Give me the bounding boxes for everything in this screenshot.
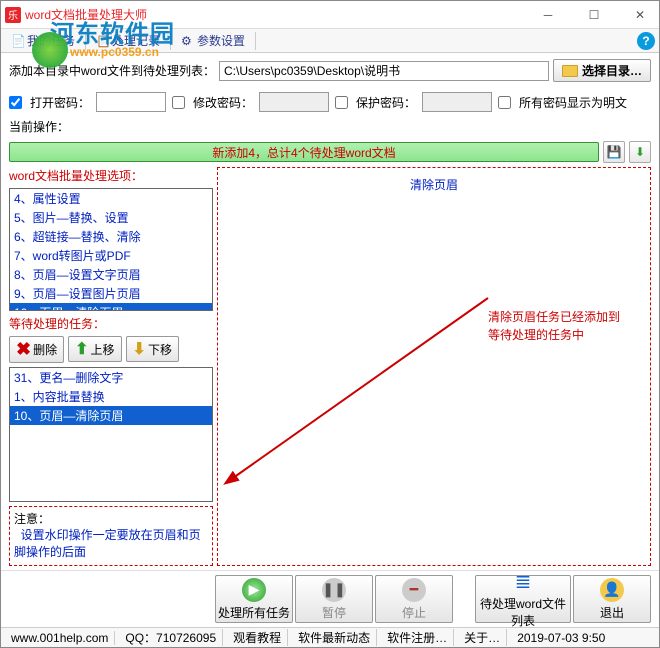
protect-password-input[interactable] bbox=[422, 92, 492, 112]
x-icon: ✖ bbox=[16, 339, 31, 360]
status-tutorial[interactable]: 观看教程 bbox=[227, 629, 288, 646]
stop-icon: ━ bbox=[402, 578, 426, 602]
stop-button[interactable]: ━ 停止 bbox=[375, 575, 453, 623]
annotation-arrow bbox=[218, 168, 658, 568]
download-button[interactable]: ⬇ bbox=[629, 141, 651, 163]
plain-password-checkbox[interactable] bbox=[498, 96, 511, 109]
open-password-input[interactable] bbox=[96, 92, 166, 112]
pending-list-button[interactable]: ≣ 待处理word文件列表 bbox=[475, 575, 571, 623]
menu-process-log[interactable]: 📋 处理记录 bbox=[90, 32, 166, 49]
status-register[interactable]: 软件注册… bbox=[381, 629, 454, 646]
options-listbox[interactable]: 4、属性设置5、图片—替换、设置6、超链接—替换、清除7、word转图片或PDF… bbox=[9, 188, 213, 311]
titlebar: 乐 word文档批量处理大师 ─ ☐ ✕ bbox=[1, 1, 659, 29]
menu-param-settings[interactable]: ⚙ 参数设置 bbox=[175, 32, 251, 49]
option-item[interactable]: 7、word转图片或PDF bbox=[10, 246, 212, 265]
tasks-listbox[interactable]: 31、更名—删除文字1、内容批量替换10、页眉—清除页眉 bbox=[9, 367, 213, 502]
app-icon: 乐 bbox=[5, 7, 21, 23]
minimize-button[interactable]: ─ bbox=[533, 5, 563, 25]
log-icon: 📋 bbox=[96, 34, 110, 48]
menubar: 📄 我的任务 📋 处理记录 ⚙ 参数设置 ? bbox=[1, 29, 659, 53]
current-operation-label: 当前操作： bbox=[1, 116, 659, 141]
path-label: 添加本目录中word文件到待处理列表： bbox=[9, 62, 215, 79]
option-item[interactable]: 8、页眉—设置文字页眉 bbox=[10, 265, 212, 284]
open-password-label: 打开密码： bbox=[30, 94, 90, 111]
window-title: word文档批量处理大师 bbox=[25, 6, 533, 23]
annotation-text: 清除页眉任务已经添加到等待处理的任务中 bbox=[488, 308, 620, 344]
pause-icon: ❚❚ bbox=[322, 578, 346, 602]
exit-icon: 👤 bbox=[600, 578, 624, 602]
modify-password-checkbox[interactable] bbox=[172, 96, 185, 109]
gear-icon: ⚙ bbox=[181, 34, 195, 48]
preview-panel: 清除页眉 清除页眉任务已经添加到等待处理的任务中 bbox=[217, 167, 651, 566]
task-item[interactable]: 31、更名—删除文字 bbox=[10, 368, 212, 387]
status-message: 新添加4，总计4个待处理word文档 bbox=[9, 142, 599, 162]
tasks-group-label: 等待处理的任务： bbox=[9, 315, 213, 332]
option-item[interactable]: 9、页眉—设置图片页眉 bbox=[10, 284, 212, 303]
protect-password-checkbox[interactable] bbox=[335, 96, 348, 109]
modify-password-input[interactable] bbox=[259, 92, 329, 112]
status-line: 新添加4，总计4个待处理word文档 💾 ⬇ bbox=[9, 141, 651, 163]
close-button[interactable]: ✕ bbox=[625, 5, 655, 25]
status-about[interactable]: 关于… bbox=[458, 629, 507, 646]
save-icon: 💾 bbox=[607, 145, 622, 159]
maximize-button[interactable]: ☐ bbox=[579, 5, 609, 25]
path-row: 添加本目录中word文件到待处理列表： 选择目录… bbox=[1, 53, 659, 88]
bottom-toolbar: ▶ 处理所有任务 ❚❚ 暂停 ━ 停止 ≣ 待处理word文件列表 👤 退出 bbox=[1, 570, 659, 627]
path-input[interactable] bbox=[219, 61, 549, 81]
download-icon: ⬇ bbox=[635, 145, 645, 159]
status-site[interactable]: www.001help.com bbox=[5, 631, 115, 645]
browse-folder-button[interactable]: 选择目录… bbox=[553, 59, 651, 82]
modify-password-label: 修改密码： bbox=[193, 94, 253, 111]
protect-password-label: 保护密码： bbox=[356, 94, 416, 111]
menu-my-tasks[interactable]: 📄 我的任务 bbox=[5, 32, 81, 49]
save-button[interactable]: 💾 bbox=[603, 141, 625, 163]
status-news[interactable]: 软件最新动态 bbox=[292, 629, 377, 646]
open-password-checkbox[interactable] bbox=[9, 96, 22, 109]
task-item[interactable]: 1、内容批量替换 bbox=[10, 387, 212, 406]
process-all-button[interactable]: ▶ 处理所有任务 bbox=[215, 575, 293, 623]
exit-button[interactable]: 👤 退出 bbox=[573, 575, 651, 623]
move-up-button[interactable]: ⬆上移 bbox=[68, 336, 121, 362]
move-down-button[interactable]: ⬇下移 bbox=[126, 336, 179, 362]
list-icon: ≣ bbox=[511, 569, 535, 593]
folder-icon bbox=[562, 65, 578, 77]
option-item[interactable]: 6、超链接—替换、清除 bbox=[10, 227, 212, 246]
delete-task-button[interactable]: ✖删除 bbox=[9, 336, 64, 363]
pause-button[interactable]: ❚❚ 暂停 bbox=[295, 575, 373, 623]
statusbar: www.001help.com QQ：710726095 观看教程 软件最新动态… bbox=[1, 627, 659, 647]
note-box: 注意： 设置水印操作一定要放在页眉和页脚操作的后面 bbox=[9, 506, 213, 566]
option-item[interactable]: 4、属性设置 bbox=[10, 189, 212, 208]
options-group-label: word文档批量处理选项： bbox=[9, 167, 213, 184]
option-item[interactable]: 10、页眉—清除页眉 bbox=[10, 303, 212, 311]
help-icon[interactable]: ? bbox=[637, 32, 655, 50]
arrow-up-icon: ⬆ bbox=[75, 339, 88, 359]
option-item[interactable]: 5、图片—替换、设置 bbox=[10, 208, 212, 227]
status-datetime: 2019-07-03 9:50 bbox=[511, 631, 611, 645]
play-icon: ▶ bbox=[242, 578, 266, 602]
status-qq: QQ：710726095 bbox=[119, 629, 223, 646]
task-item[interactable]: 10、页眉—清除页眉 bbox=[10, 406, 212, 425]
arrow-down-icon: ⬇ bbox=[133, 339, 146, 359]
plain-password-label: 所有密码显示为明文 bbox=[519, 94, 627, 111]
password-row: 打开密码： 修改密码： 保护密码： 所有密码显示为明文 bbox=[1, 88, 659, 116]
tasks-icon: 📄 bbox=[11, 34, 25, 48]
